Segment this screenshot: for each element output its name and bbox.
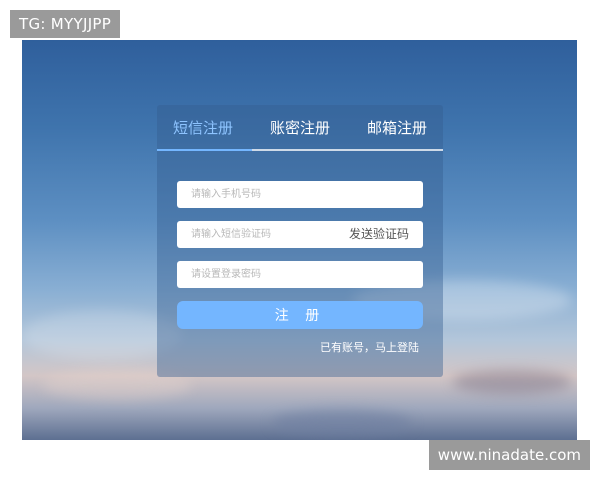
register-tabs: 短信注册 账密注册 邮箱注册 bbox=[157, 105, 443, 151]
send-code-button[interactable]: 发送验证码 bbox=[349, 221, 409, 248]
cloud-shape bbox=[452, 370, 572, 394]
phone-field bbox=[177, 181, 423, 208]
watermark-top-left: TG: MYYJJPP bbox=[10, 10, 121, 38]
password-field bbox=[177, 261, 423, 288]
password-input[interactable] bbox=[177, 261, 423, 288]
phone-input[interactable] bbox=[177, 181, 423, 208]
login-link[interactable]: 已有账号，马上登陆 bbox=[320, 339, 419, 355]
tab-email-register[interactable]: 邮箱注册 bbox=[367, 117, 427, 138]
sms-code-input[interactable] bbox=[177, 221, 337, 248]
page: TG: MYYJJPP 短信注册 账密注册 邮箱注册 发送验证码 bbox=[0, 0, 600, 480]
active-tab-indicator bbox=[157, 149, 252, 151]
watermark-bottom-right: www.ninadate.com bbox=[428, 440, 590, 470]
sky-background: 短信注册 账密注册 邮箱注册 发送验证码 注 册 已有账号，马上登陆 bbox=[22, 40, 577, 440]
tab-sms-register[interactable]: 短信注册 bbox=[173, 117, 233, 138]
register-panel: 短信注册 账密注册 邮箱注册 发送验证码 注 册 已有账号，马上登陆 bbox=[157, 105, 443, 377]
tab-account-register[interactable]: 账密注册 bbox=[270, 117, 330, 138]
cloud-shape bbox=[272, 410, 412, 436]
sms-code-field: 发送验证码 bbox=[177, 221, 423, 248]
register-button[interactable]: 注 册 bbox=[177, 301, 423, 329]
